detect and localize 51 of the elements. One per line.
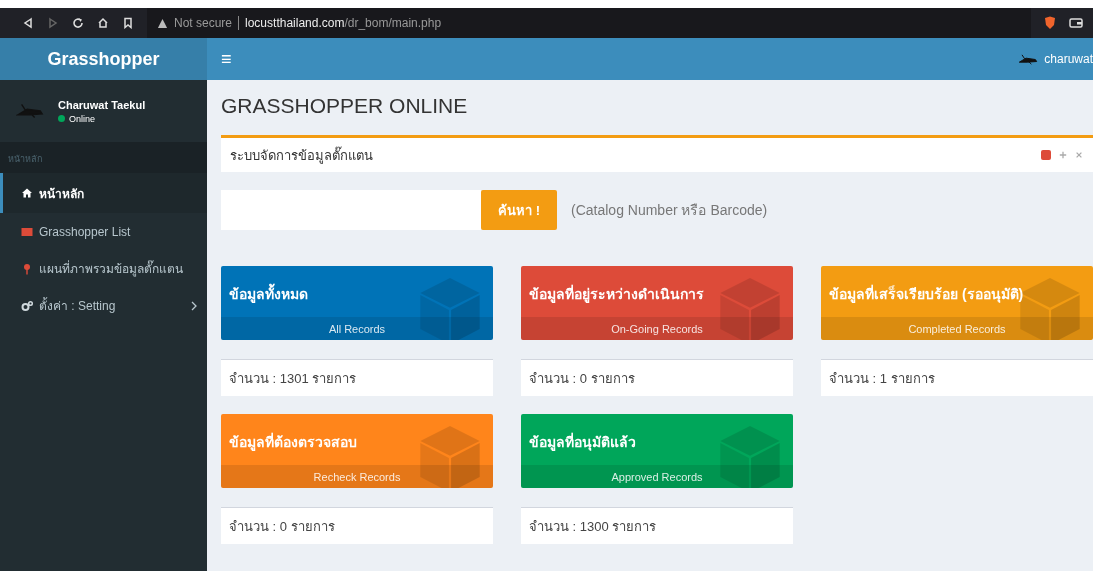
search-button[interactable]: ค้นหา !	[481, 190, 557, 230]
stat-card[interactable]: ข้อมูลทั้งหมด All Records	[221, 266, 493, 340]
stat-card[interactable]: ข้อมูลที่อนุมัติแล้ว Approved Records	[521, 414, 793, 488]
stat-card[interactable]: ข้อมูลที่ต้องตรวจสอบ Recheck Records	[221, 414, 493, 488]
gears-icon	[21, 299, 33, 312]
record-count: จำนวน : 0 รายการ	[221, 507, 493, 544]
security-label: Not secure	[174, 16, 233, 30]
online-dot	[58, 115, 65, 122]
card-title: ข้อมูลที่อยู่ระหว่างดำเนินการ	[528, 283, 705, 305]
map-pin-icon	[21, 262, 33, 275]
card-title: ข้อมูลที่อนุมัติแล้ว	[528, 431, 637, 453]
sidebar-item[interactable]: ตั้งค่า : Setting	[0, 287, 207, 324]
stat-card[interactable]: ข้อมูลที่เสร็จเรียบร้อย (รออนุมัติ) Completed Records	[821, 266, 1093, 340]
brand-logo[interactable]: Grasshopper	[0, 38, 207, 80]
record-count: จำนวน : 0 รายการ	[521, 359, 793, 396]
user-name: charuwat	[1044, 52, 1093, 66]
home-icon[interactable]	[97, 17, 109, 29]
record-count: จำนวน : 1301 รายการ	[221, 359, 493, 396]
card-title: ข้อมูลที่เสร็จเรียบร้อย (รออนุมัติ)	[828, 283, 1025, 305]
page-title: GRASSHOPPER ONLINE	[221, 94, 469, 119]
address-bar[interactable]: Not secure locustthailand.com/dr_bom/main.php	[147, 8, 1031, 38]
bookmark-icon[interactable]	[122, 17, 134, 29]
sidebar-item[interactable]: หน้าหลัก	[0, 173, 207, 213]
home-icon	[21, 187, 33, 199]
lion-shield-icon[interactable]	[1044, 16, 1056, 30]
menu-toggle[interactable]: ≡	[221, 48, 232, 70]
grasshopper-icon	[16, 103, 44, 119]
collapse-button[interactable]	[1041, 150, 1051, 160]
url-path: /dr_bom/main.php	[344, 16, 442, 30]
user-status: Online	[69, 113, 95, 124]
warning-icon	[157, 17, 168, 29]
record-count: จำนวน : 1300 รายการ	[521, 507, 793, 544]
section-header: หน้าหลัก	[0, 142, 207, 173]
reload-icon[interactable]	[72, 17, 84, 29]
url-host: locustthailand.com	[245, 16, 345, 30]
search-hint: (Catalog Number หรือ Barcode)	[571, 201, 768, 220]
search-field[interactable]	[221, 190, 481, 230]
table-icon	[21, 225, 33, 238]
back-icon[interactable]	[22, 17, 34, 29]
sidebar-item[interactable]: แผนที่ภาพรวมข้อมูลตั๊กแตน	[0, 250, 207, 287]
box-title: ระบบจัดการข้อมูลตั๊กแตน	[230, 145, 373, 166]
stat-card[interactable]: ข้อมูลที่อยู่ระหว่างดำเนินการ On-Going Records	[521, 266, 793, 340]
card-title: ข้อมูลที่ต้องตรวจสอบ	[228, 431, 358, 453]
grasshopper-icon	[1018, 53, 1039, 65]
forward-icon[interactable]	[47, 17, 59, 29]
wallet-icon[interactable]	[1069, 17, 1083, 29]
user-name: Charuwat Taekul	[58, 98, 146, 111]
card-title: ข้อมูลทั้งหมด	[221, 266, 493, 305]
record-count: จำนวน : 1 รายการ	[821, 359, 1093, 396]
sidebar-item[interactable]: Grasshopper List	[0, 213, 207, 250]
user-menu[interactable]: charuwat	[1018, 52, 1093, 66]
